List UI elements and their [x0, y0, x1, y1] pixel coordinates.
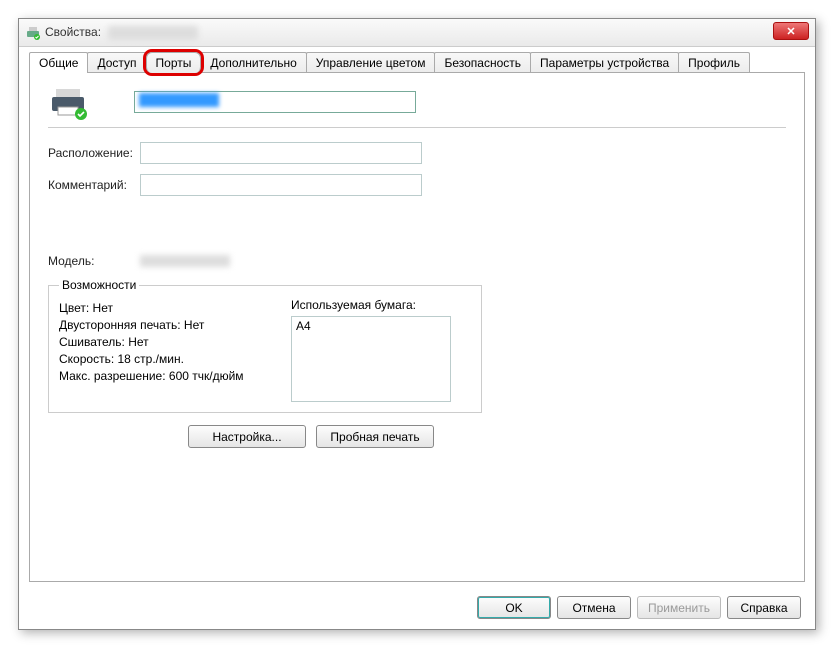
dialog-buttons: OK Отмена Применить Справка — [477, 596, 801, 619]
printer-name-redacted — [108, 26, 198, 40]
printer-icon — [48, 87, 84, 117]
model-value-redacted — [140, 255, 230, 267]
printer-title-icon — [25, 25, 41, 41]
cancel-button[interactable]: Отмена — [557, 596, 631, 619]
capabilities-list: Цвет: Нет Двусторонняя печать: Нет Сшива… — [59, 298, 291, 402]
dialog-content: Общие Доступ Порты Дополнительно Управле… — [19, 47, 815, 629]
location-input[interactable] — [140, 142, 422, 164]
tab-ports[interactable]: Порты — [146, 52, 202, 73]
tab-color-management[interactable]: Управление цветом — [306, 52, 436, 73]
tab-general[interactable]: Общие — [29, 52, 88, 73]
help-button[interactable]: Справка — [727, 596, 801, 619]
model-label: Модель: — [48, 254, 140, 268]
tab-advanced[interactable]: Дополнительно — [200, 52, 306, 73]
cap-color: Цвет: Нет — [59, 301, 291, 315]
comment-label: Комментарий: — [48, 178, 140, 192]
window-title: Свойства: — [45, 25, 198, 40]
printer-name-field[interactable] — [134, 91, 416, 113]
tab-sharing[interactable]: Доступ — [87, 52, 146, 73]
properties-window: Свойства: ✕ Общие Доступ Порты Дополните… — [18, 18, 816, 630]
capabilities-group: Возможности Цвет: Нет Двусторонняя печат… — [48, 278, 482, 413]
cap-speed: Скорость: 18 стр./мин. — [59, 352, 291, 366]
capabilities-legend: Возможности — [59, 278, 139, 292]
paper-label: Используемая бумага: — [291, 298, 471, 312]
paper-listbox[interactable]: A4 — [291, 316, 451, 402]
tab-security[interactable]: Безопасность — [434, 52, 531, 73]
cap-duplex: Двусторонняя печать: Нет — [59, 318, 291, 332]
tab-device-settings[interactable]: Параметры устройства — [530, 52, 679, 73]
titlebar[interactable]: Свойства: ✕ — [19, 19, 815, 47]
comment-input[interactable] — [140, 174, 422, 196]
cap-stapler: Сшиватель: Нет — [59, 335, 291, 349]
location-label: Расположение: — [48, 146, 140, 160]
apply-button[interactable]: Применить — [637, 596, 721, 619]
settings-button[interactable]: Настройка... — [188, 425, 306, 448]
ok-button[interactable]: OK — [477, 596, 551, 619]
separator — [48, 127, 786, 128]
paper-item[interactable]: A4 — [296, 319, 446, 333]
close-button[interactable]: ✕ — [773, 22, 809, 40]
test-print-button[interactable]: Пробная печать — [316, 425, 434, 448]
tab-profile[interactable]: Профиль — [678, 52, 750, 73]
cap-resolution: Макс. разрешение: 600 тчк/дюйм — [59, 369, 291, 383]
tabstrip: Общие Доступ Порты Дополнительно Управле… — [29, 52, 805, 73]
tab-panel-general: Расположение: Комментарий: Модель: Возмо… — [29, 72, 805, 582]
printer-name-selection — [139, 93, 219, 107]
